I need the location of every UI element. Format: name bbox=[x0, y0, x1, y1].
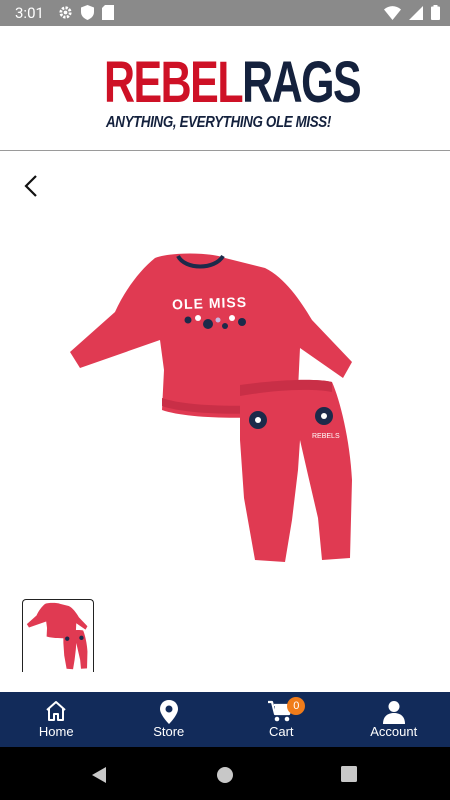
nav-store-label: Store bbox=[153, 724, 185, 739]
logo-tagline: ANYTHING, EVERYTHING OLE MISS! bbox=[106, 114, 331, 131]
logo-wordmark: REBEL RAGS bbox=[104, 50, 362, 115]
account-icon bbox=[382, 701, 405, 724]
settings-icon bbox=[59, 6, 72, 19]
back-triangle-icon[interactable] bbox=[90, 766, 108, 784]
app-header: REBEL RAGS ANYTHING, EVERYTHING OLE MISS! bbox=[0, 26, 450, 151]
wifi-icon bbox=[384, 5, 401, 20]
nav-store[interactable]: Store bbox=[113, 692, 226, 747]
nav-cart-label: Cart bbox=[268, 724, 294, 739]
status-bar: 3:01 bbox=[0, 0, 450, 26]
logo-rebel: REBEL bbox=[104, 50, 244, 115]
map-pin-icon bbox=[159, 700, 178, 724]
nav-account-label: Account bbox=[370, 724, 418, 739]
logo-rags: RAGS bbox=[242, 50, 362, 115]
home-icon bbox=[46, 701, 66, 721]
home-circle-icon[interactable] bbox=[216, 766, 234, 784]
print-text: OLE MISS bbox=[172, 294, 247, 313]
recents-square-icon[interactable] bbox=[341, 766, 357, 782]
sd-card-icon bbox=[102, 5, 114, 20]
rebel-rags-logo[interactable]: REBEL RAGS ANYTHING, EVERYTHING OLE MISS! bbox=[104, 50, 362, 132]
back-button[interactable] bbox=[18, 172, 46, 200]
battery-icon bbox=[431, 5, 440, 20]
nav-home-label: Home bbox=[38, 724, 74, 739]
status-time: 3:01 bbox=[15, 4, 44, 22]
shield-icon bbox=[81, 5, 94, 20]
pants-text: REBELS bbox=[312, 433, 340, 440]
cart-count-badge: 0 bbox=[287, 697, 306, 715]
system-navigation-bar bbox=[0, 747, 450, 800]
pants-body bbox=[240, 379, 352, 562]
nav-cart[interactable]: 0 Cart bbox=[225, 692, 338, 747]
bottom-navigation: Home Store 0 Cart Account bbox=[0, 692, 450, 747]
nav-account[interactable]: Account bbox=[338, 692, 450, 747]
product-thumbnail[interactable] bbox=[22, 599, 94, 672]
signal-icon bbox=[409, 5, 423, 20]
product-image[interactable]: OLE MISS REBELS bbox=[60, 240, 370, 575]
chevron-left-icon bbox=[24, 175, 37, 197]
nav-home[interactable]: Home bbox=[0, 692, 113, 747]
